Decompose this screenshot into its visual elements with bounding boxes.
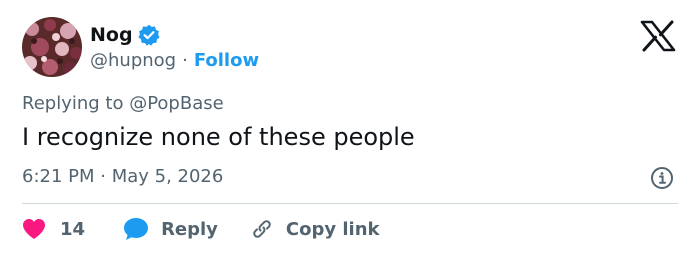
reply-button[interactable]: Reply [123, 217, 218, 241]
tweet-timestamp[interactable]: 6:21 PM · May 5, 2026 [22, 166, 223, 187]
author-name-row: Nog [90, 22, 160, 48]
link-icon [253, 220, 271, 238]
reply-label: Reply [161, 218, 218, 240]
like-button[interactable]: 14 [22, 218, 85, 240]
info-icon[interactable] [650, 166, 674, 190]
avatar[interactable] [22, 17, 82, 77]
tweet-text: I recognize none of these people [22, 123, 415, 151]
x-logo-icon[interactable] [640, 20, 676, 52]
reply-bubble-icon [124, 218, 149, 240]
copy-link-label: Copy link [285, 218, 380, 240]
copy-link-button[interactable]: Copy link [250, 217, 380, 241]
action-bar: 14 Reply Copy link [22, 215, 380, 243]
like-count: 14 [60, 218, 86, 240]
author-handle[interactable]: @hupnog [90, 50, 176, 71]
separator-dot: · [182, 49, 188, 71]
verified-badge-icon [138, 24, 160, 46]
avatar-image [22, 17, 82, 77]
follow-button[interactable]: Follow [194, 50, 259, 71]
tweet-card: Nog @hupnog · Follow Replying to @PopBas… [0, 0, 700, 256]
author-display-name[interactable]: Nog [90, 24, 133, 46]
author-handle-row: @hupnog · Follow [90, 48, 259, 72]
replying-to-text[interactable]: Replying to @PopBase [22, 93, 224, 114]
heart-icon [23, 219, 45, 239]
divider [22, 203, 678, 204]
